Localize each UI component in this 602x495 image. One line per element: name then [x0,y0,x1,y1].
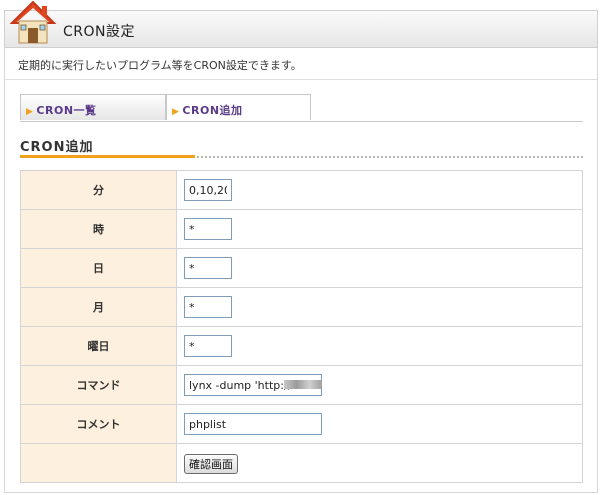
command-label: コマンド [20,365,177,405]
comment-label: コメント [20,404,177,444]
page-description: 定期的に実行したいプログラム等をCRON設定できます。 [4,48,598,80]
day-input[interactable] [184,257,232,280]
tab-cron-list[interactable]: ▶ CRON一覧 [20,94,166,120]
redacted-text [284,379,322,389]
command-wrapper [184,374,322,397]
tab-bar: ▶ CRON一覧 ▶ CRON追加 [20,94,583,122]
tab-label: CRON追加 [182,104,243,117]
weekday-input[interactable] [184,335,232,358]
triangle-right-icon: ▶ [172,107,180,117]
weekday-cell [176,326,583,366]
empty-label [20,443,177,483]
month-input[interactable] [184,296,232,319]
table-row: コメント [20,404,583,444]
section-title: CRON追加 [20,140,94,155]
weekday-label: 曜日 [20,326,177,366]
minute-cell [176,170,583,210]
command-cell [176,365,583,405]
minute-label: 分 [20,170,177,210]
home-icon [9,0,57,44]
comment-input[interactable] [184,413,322,436]
table-row: 曜日 [20,326,583,366]
table-row: 確認画面 [20,443,583,483]
table-row: 日 [20,248,583,288]
hour-label: 時 [20,209,177,249]
minute-input[interactable] [184,179,232,202]
cron-form-table: 分 時 日 月 曜日 コマンド [20,170,583,483]
tab-cron-add[interactable]: ▶ CRON追加 [166,94,311,120]
month-label: 月 [20,287,177,327]
submit-cell: 確認画面 [176,443,583,483]
page-title: CRON設定 [63,24,135,40]
table-row: 分 [20,170,583,210]
confirm-button[interactable]: 確認画面 [184,453,238,474]
table-row: 時 [20,209,583,249]
day-cell [176,248,583,288]
day-label: 日 [20,248,177,288]
triangle-right-icon: ▶ [26,107,34,117]
section-accent-rule [20,155,195,158]
table-row: 月 [20,287,583,327]
tab-label: CRON一覧 [36,104,97,117]
month-cell [176,287,583,327]
hour-cell [176,209,583,249]
hour-input[interactable] [184,218,232,241]
comment-cell [176,404,583,444]
table-row: コマンド [20,365,583,405]
